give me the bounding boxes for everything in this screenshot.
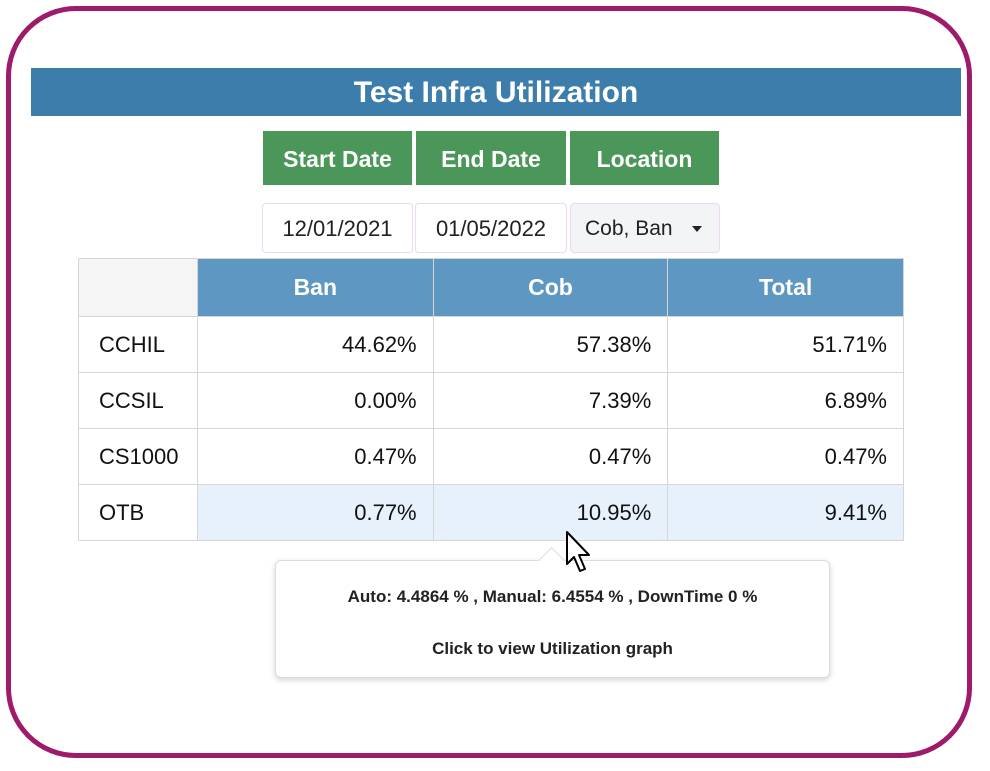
row-label: CCSIL	[78, 372, 198, 429]
end-date-button[interactable]: End Date	[416, 131, 566, 185]
table-row: CCSIL 0.00% 7.39% 6.89%	[78, 372, 904, 429]
cell-ban[interactable]: 44.62%	[196, 316, 434, 373]
page-title: Test Infra Utilization	[31, 68, 961, 116]
start-date-input[interactable]: 12/01/2021	[262, 203, 413, 253]
table-row-highlighted: OTB 0.77% 10.95% 9.41%	[78, 484, 904, 541]
cell-cob[interactable]: 57.38%	[432, 316, 669, 373]
tooltip-graph-link[interactable]: Click to view Utilization graph	[276, 639, 829, 659]
cell-total[interactable]: 6.89%	[667, 372, 904, 429]
column-header-cob: Cob	[432, 258, 669, 317]
column-header-ban: Ban	[196, 258, 434, 317]
cell-cob[interactable]: 0.47%	[432, 428, 669, 485]
row-label: CS1000	[78, 428, 198, 485]
cell-total[interactable]: 51.71%	[667, 316, 904, 373]
column-header-total: Total	[667, 258, 904, 317]
cell-ban[interactable]: 0.47%	[196, 428, 434, 485]
cell-total[interactable]: 9.41%	[667, 484, 904, 541]
utilization-tooltip: Auto: 4.4864 % , Manual: 6.4554 % , Down…	[275, 547, 830, 678]
cell-total[interactable]: 0.47%	[667, 428, 904, 485]
table-row: CCHIL 44.62% 57.38% 51.71%	[78, 316, 904, 373]
start-date-button[interactable]: Start Date	[263, 131, 412, 185]
cell-ban[interactable]: 0.00%	[196, 372, 434, 429]
mouse-pointer-icon	[566, 531, 590, 572]
end-date-input[interactable]: 01/05/2022	[415, 203, 567, 253]
tooltip-details: Auto: 4.4864 % , Manual: 6.4554 % , Down…	[347, 587, 758, 606]
utilization-table: Ban Cob Total CCHIL 44.62% 57.38% 51.71%…	[78, 258, 904, 541]
cell-cob[interactable]: 7.39%	[432, 372, 669, 429]
location-button[interactable]: Location	[570, 131, 719, 185]
location-select[interactable]: Cob, Ban	[570, 203, 720, 253]
table-row: CS1000 0.47% 0.47% 0.47%	[78, 428, 904, 485]
cell-ban[interactable]: 0.77%	[196, 484, 434, 541]
column-header-empty	[78, 258, 198, 317]
caret-down-icon	[692, 226, 702, 232]
row-label: OTB	[78, 484, 198, 541]
row-label: CCHIL	[78, 316, 198, 373]
location-select-value: Cob, Ban	[585, 217, 673, 240]
cell-cob[interactable]: 10.95%	[432, 484, 669, 541]
table-header-row: Ban Cob Total	[78, 258, 904, 317]
